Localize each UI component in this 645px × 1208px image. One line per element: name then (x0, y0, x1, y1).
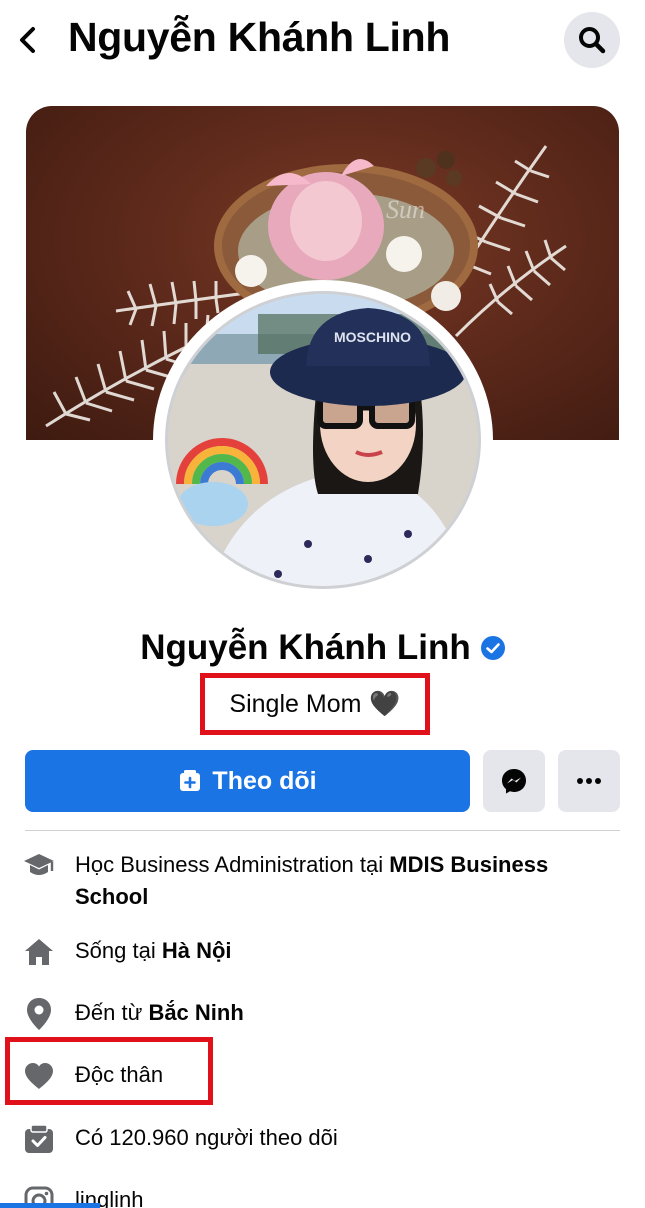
back-button[interactable] (10, 22, 46, 58)
page-title: Nguyễn Khánh Linh (68, 14, 451, 60)
heart-icon (22, 1059, 56, 1093)
black-heart-emoji: 🖤 (369, 689, 401, 718)
more-options-button[interactable] (558, 750, 620, 812)
lives-city[interactable]: Hà Nội (162, 938, 232, 963)
education-icon (22, 849, 56, 883)
divider (25, 830, 620, 831)
search-button[interactable] (564, 12, 620, 68)
profile-name-row: Nguyễn Khánh Linh (0, 628, 645, 668)
message-button[interactable] (483, 750, 545, 812)
back-arrow-icon (20, 27, 35, 53)
more-icon (577, 778, 601, 784)
svg-text:MOSCHINO: MOSCHINO (334, 329, 411, 345)
from-city[interactable]: Bắc Ninh (148, 1000, 243, 1025)
location-pin-icon (22, 997, 56, 1031)
follow-icon (180, 770, 201, 791)
profile-avatar[interactable]: MOSCHINO (165, 291, 481, 589)
instagram-handle[interactable]: linglinh (75, 1184, 620, 1208)
followers-icon (22, 1122, 56, 1156)
follow-label: Theo dõi (212, 766, 317, 795)
followers-text: Có 120.960 người theo dõi (75, 1125, 338, 1150)
svg-text:Sun: Sun (386, 195, 425, 224)
bio-highlight: Single Mom 🖤 (200, 673, 430, 735)
follow-button[interactable]: Theo dõi (25, 750, 470, 812)
messenger-icon (502, 769, 526, 794)
profile-name: Nguyễn Khánh Linh (140, 628, 471, 667)
scroll-indicator (0, 1203, 100, 1208)
home-icon (22, 935, 56, 969)
bio-text: Single Mom (229, 689, 362, 718)
lives-prefix: Sống tại (75, 938, 162, 963)
education-prefix: Học Business Administration tại (75, 852, 390, 877)
relationship-text: Độc thân (75, 1062, 164, 1087)
search-icon (579, 27, 606, 54)
header: Nguyễn Khánh Linh (0, 0, 645, 88)
verified-badge-icon (480, 636, 505, 660)
from-prefix: Đến từ (75, 1000, 149, 1025)
